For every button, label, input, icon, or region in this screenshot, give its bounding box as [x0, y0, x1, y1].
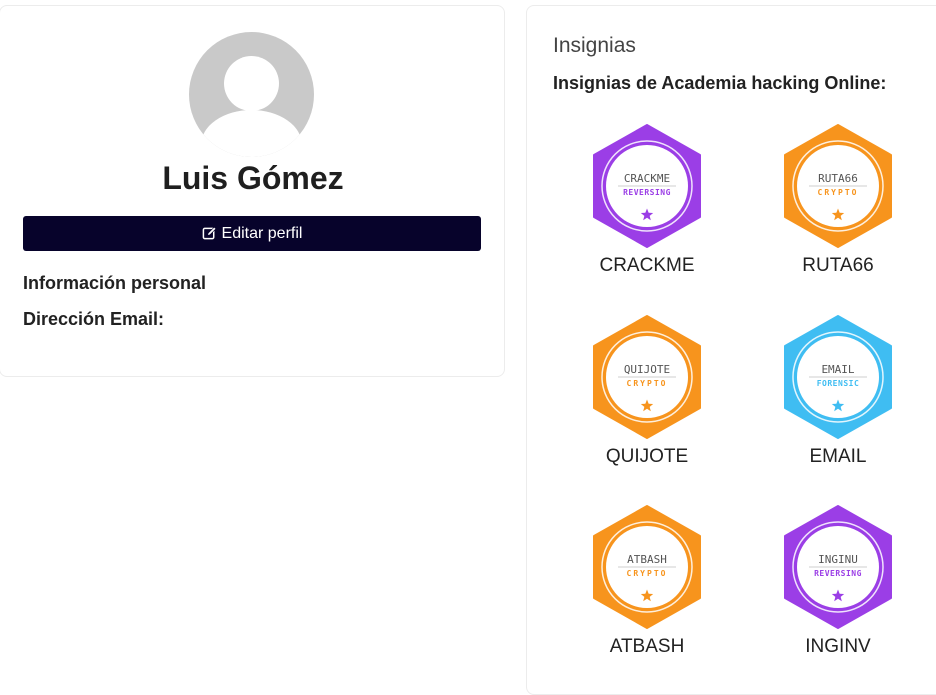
- badge-category: REVERSING: [623, 188, 671, 197]
- edit-profile-button[interactable]: Editar perfil: [23, 216, 481, 251]
- email-label: Dirección Email:: [23, 309, 165, 329]
- badge-email[interactable]: EMAIL FORENSIC EMAIL: [768, 314, 908, 468]
- profile-card: Luis Gómez Editar perfil Información per…: [0, 5, 505, 377]
- badge-title: QUIJOTE: [624, 363, 670, 376]
- section-title: Insignias: [553, 34, 636, 57]
- badge-hexagon-icon: ATBASH CRYPTO: [593, 505, 701, 629]
- badge-hexagon-icon: CRACKME REVERSING: [593, 124, 701, 248]
- badges-card: Insignias Insignias de Academia hacking …: [526, 5, 936, 695]
- badge-title: CRACKME: [624, 172, 670, 185]
- badge-category: CRYPTO: [627, 379, 668, 388]
- badge-label: INGINV: [805, 636, 871, 657]
- section-subtitle: Insignias de Academia hacking Online:: [553, 73, 887, 93]
- badge-category: REVERSING: [814, 569, 862, 578]
- badge-title: ATBASH: [627, 553, 667, 566]
- badge-hexagon-icon: INGINU REVERSING: [784, 505, 892, 629]
- badge-label: QUIJOTE: [605, 446, 689, 467]
- personal-info-label: Información personal: [23, 273, 207, 293]
- badge-hexagon-icon: EMAIL FORENSIC: [784, 315, 892, 439]
- avatar: [189, 32, 314, 157]
- badge-title: RUTA66: [818, 172, 858, 185]
- badge-quijote[interactable]: QUIJOTE CRYPTO QUIJOTE: [577, 314, 717, 468]
- badge-label: CRACKME: [599, 255, 695, 276]
- badge-category: CRYPTO: [627, 569, 668, 578]
- badge-category: CRYPTO: [818, 188, 859, 197]
- badge-inginv[interactable]: INGINU REVERSING INGINV: [768, 504, 908, 658]
- badge-category: FORENSIC: [817, 379, 860, 388]
- badge-label: RUTA66: [802, 255, 874, 276]
- edit-icon: [202, 226, 217, 241]
- badge-title: EMAIL: [821, 363, 854, 376]
- edit-profile-label: Editar perfil: [221, 224, 303, 242]
- badge-title: INGINU: [818, 553, 858, 566]
- badge-ruta66[interactable]: RUTA66 CRYPTO RUTA66: [768, 123, 908, 277]
- badge-hexagon-icon: QUIJOTE CRYPTO: [593, 315, 701, 439]
- badge-crackme[interactable]: CRACKME REVERSING CRACKME: [577, 123, 717, 277]
- avatar-head: [224, 56, 279, 111]
- user-name: Luis Gómez: [162, 160, 344, 196]
- badge-label: ATBASH: [609, 636, 685, 657]
- badge-label: EMAIL: [809, 446, 867, 467]
- avatar-body: [201, 110, 302, 157]
- badge-atbash[interactable]: ATBASH CRYPTO ATBASH: [577, 504, 717, 658]
- badge-hexagon-icon: RUTA66 CRYPTO: [784, 124, 892, 248]
